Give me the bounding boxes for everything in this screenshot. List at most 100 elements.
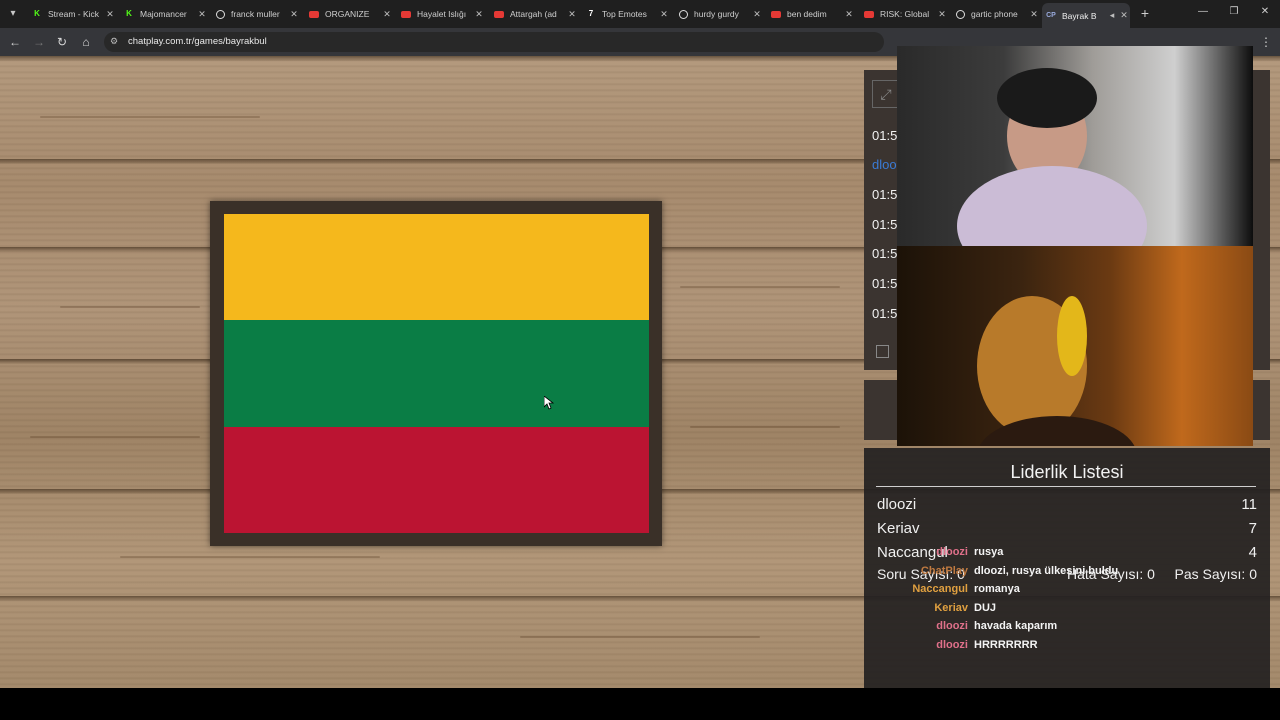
chat-username: Keriav [934,601,968,614]
google-icon [679,9,688,19]
webcam-streamer-1 [897,46,1253,246]
answer-user: dloo [872,157,897,172]
close-icon[interactable]: ✕ [843,9,855,20]
chatplay-icon: CP [1046,11,1056,19]
chat-message: Naccangul romanya [900,583,1140,602]
flag-stripe-top [224,214,649,321]
minimize-icon[interactable]: — [1196,6,1210,17]
flag-image [224,214,649,533]
hair-shape [997,68,1097,128]
tab-title: Majomancer [140,9,187,19]
reload-icon[interactable]: ↻ [55,35,69,49]
wood-grain [520,636,760,638]
tab-title: hurdy gurdy [694,9,739,19]
tab-title: gartic phone [971,9,1018,19]
youtube-icon [864,10,874,18]
close-icon[interactable]: ✕ [936,9,948,20]
close-icon[interactable]: ✕ [381,9,393,20]
tab-hayalet[interactable]: Hayalet Islığı ✕ [397,4,485,24]
tab-attargah[interactable]: Attargah (ad ✕ [490,4,578,24]
tab-title: ben dedim [787,9,827,19]
shirt-shape [957,166,1147,246]
home-icon[interactable]: ⌂ [79,35,93,49]
youtube-icon [494,10,504,18]
google-icon [956,9,965,19]
forward-icon[interactable]: → [32,35,46,49]
chat-text: havada kaparım [974,620,1058,633]
leaderboard-row: dloozi 11 [877,496,1257,516]
close-icon[interactable]: ✕ [473,9,485,20]
leaderboard-title: Liderlik Listesi [1010,462,1124,482]
tab-franck-muller[interactable]: franck muller ✕ [212,4,300,24]
close-icon[interactable]: ✕ [1028,9,1040,20]
answer-time: 01:5 [872,128,898,143]
leaderboard-row: Keriav 7 [877,520,1257,540]
tab-gartic-phone[interactable]: gartic phone ✕ [952,4,1040,24]
chat-username: ChatPlay [920,564,968,577]
tab-risk-global[interactable]: RISK: Global ✕ [860,4,948,24]
answer-time: 01:5 [872,187,898,202]
close-icon[interactable]: ✕ [751,9,763,20]
close-icon[interactable]: ✕ [196,9,208,20]
chat-text: romanya [974,583,1020,596]
youtube-icon [309,10,319,18]
chat-text: rusya [974,546,1004,558]
answer-time: 01:5 [872,306,898,321]
tab-title: Bayrak B [1062,10,1097,21]
wood-grain [120,556,380,558]
tab-ben-dedim[interactable]: ben dedim ✕ [767,4,855,24]
wood-grain [60,306,200,308]
player-score: 4 [1248,544,1257,561]
headphone-shape [1057,296,1087,376]
chat-username: Naccangul [912,583,968,596]
mouse-cursor-icon [544,396,554,410]
tab-hurdy-gurdy[interactable]: hurdy gurdy ✕ [675,4,763,24]
flag-stripe-bottom [224,426,649,533]
chat-message: Keriav DUJ [900,602,1140,621]
tab-title: RISK: Global [880,9,930,19]
flag-stripe-middle [224,320,649,427]
answer-time: 01:5 [872,276,898,291]
player-score: 11 [1241,496,1257,513]
tab-title: franck muller [231,9,280,19]
youtube-icon [401,10,411,18]
answer-time: 01:5 [872,246,898,261]
fullscreen-icon[interactable]: ⤢ [872,80,900,108]
close-icon[interactable]: ✕ [566,9,578,20]
wood-grain [680,286,840,288]
window-close-icon[interactable]: ✕ [1258,6,1272,17]
tab-organize[interactable]: ORGANIZE ✕ [305,4,393,24]
option-checkbox[interactable] [876,345,889,358]
browser-menu-icon[interactable]: ⋮ [1260,35,1272,49]
close-icon[interactable]: ✕ [1118,10,1130,21]
tab-title: Hayalet Islığı [417,9,467,19]
google-icon [216,9,225,19]
restore-icon[interactable]: ❐ [1227,6,1241,17]
close-icon[interactable]: ✕ [288,9,300,20]
wood-grain [690,426,840,428]
tab-majomancer[interactable]: K Majomancer ✕ [120,4,208,24]
kick-icon: K [126,9,132,18]
wood-grain [40,116,260,118]
close-icon[interactable]: ✕ [658,9,670,20]
chat-text: HRRRRRRR [974,638,1038,651]
site-info-icon[interactable]: ⚙ [110,36,118,47]
close-icon[interactable]: ✕ [104,9,116,20]
tab-stream-kick[interactable]: K Stream - Kick ✕ [28,4,116,24]
youtube-icon [771,10,781,18]
chat-text: DUJ [974,601,997,614]
new-tab-icon[interactable]: + [1137,5,1153,21]
chat-username: dloozi [936,620,968,633]
chat-message: dloozi havada kaparım [900,620,1140,639]
tab-search-icon[interactable]: ▾ [4,5,22,23]
tab-top-emotes[interactable]: 7 Top Emotes ✕ [582,4,670,24]
chat-message: dloozi HRRRRRRR [900,639,1140,658]
back-icon[interactable]: ← [8,35,22,49]
address-bar[interactable]: ⚙ chatplay.com.tr/games/bayrakbul [104,32,884,52]
speaker-icon: ◂ [1109,10,1115,20]
player-name: dloozi [877,496,917,513]
tab-bayrak-bul[interactable]: CP Bayrak B ◂ ✕ [1042,3,1130,28]
chat-overlay: dloozi rusya ChatPlay dloozi, rusya ülke… [900,546,1140,658]
chat-message: dloozi rusya [900,546,1140,565]
chat-username: dloozi [936,638,968,651]
